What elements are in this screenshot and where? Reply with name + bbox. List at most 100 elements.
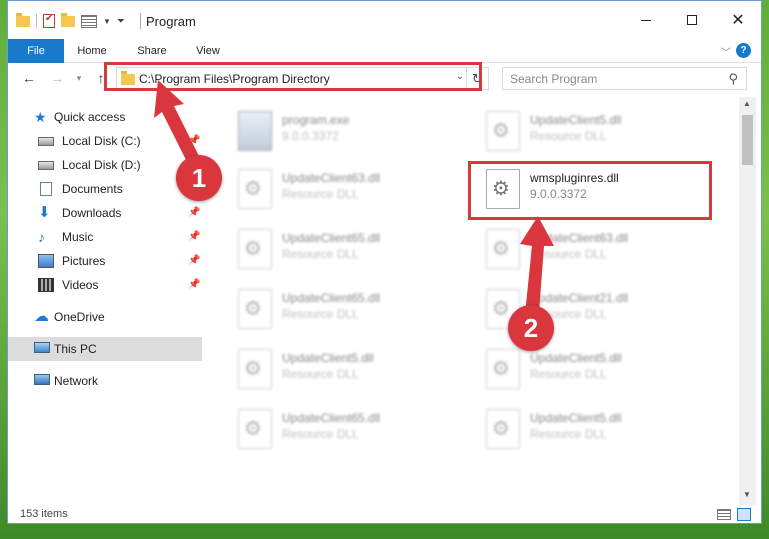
status-bar: 153 items bbox=[8, 505, 761, 523]
dll-file-icon bbox=[238, 349, 272, 389]
file-type: Resource DLL bbox=[530, 367, 607, 381]
sidebar-item-videos[interactable]: Videos 📌 bbox=[8, 273, 202, 297]
file-name: UpdateClient65.dll bbox=[282, 231, 381, 245]
maximize-button[interactable] bbox=[669, 1, 715, 39]
pin-icon[interactable]: 📌 bbox=[188, 279, 200, 290]
tab-share[interactable]: Share bbox=[126, 39, 178, 63]
sidebar-item-label: Local Disk (C:) bbox=[62, 134, 141, 148]
file-type: Resource DLL bbox=[530, 427, 607, 441]
minimize-button[interactable] bbox=[623, 1, 669, 39]
divider bbox=[140, 13, 141, 29]
downloads-icon: ⬇ bbox=[38, 204, 51, 221]
forward-button[interactable]: → bbox=[48, 69, 66, 87]
file-type: Resource DLL bbox=[282, 427, 359, 441]
back-button[interactable]: ← bbox=[20, 69, 38, 87]
pictures-icon bbox=[38, 254, 54, 268]
tab-file[interactable]: File bbox=[8, 39, 64, 63]
sidebar-item-label: Network bbox=[54, 374, 99, 388]
close-icon: ✕ bbox=[731, 12, 745, 29]
file-name: program.exe bbox=[282, 113, 350, 127]
maximize-icon bbox=[687, 15, 697, 25]
properties-check-icon[interactable] bbox=[43, 13, 55, 28]
sidebar-item-downloads[interactable]: ⬇ Downloads 📌 bbox=[8, 201, 202, 225]
quick-access-toolbar: ▼ ⏷ bbox=[16, 12, 125, 30]
music-icon: ♪ bbox=[38, 229, 45, 245]
customize-toolbar-icon[interactable]: ⏷ bbox=[117, 16, 125, 27]
file-item[interactable]: UpdateClient65.dll Resource DLL bbox=[232, 401, 468, 457]
folder-icon[interactable] bbox=[16, 12, 30, 27]
file-type: Resource DLL bbox=[282, 187, 359, 201]
file-item[interactable]: UpdateClient5.dll Resource DLL bbox=[480, 401, 716, 457]
new-folder-icon[interactable] bbox=[61, 12, 75, 27]
divider bbox=[36, 14, 37, 28]
file-type: Resource DLL bbox=[282, 367, 359, 381]
file-item[interactable]: UpdateClient63.dll Resource DLL bbox=[232, 161, 468, 217]
chevron-down-icon[interactable]: ▼ bbox=[103, 17, 111, 26]
close-button[interactable]: ✕ bbox=[715, 1, 761, 39]
expand-ribbon-icon[interactable]: ﹀ bbox=[721, 44, 731, 59]
tab-home[interactable]: Home bbox=[70, 39, 114, 63]
sidebar-item-pictures[interactable]: Pictures 📌 bbox=[8, 249, 202, 273]
pin-icon[interactable]: 📌 bbox=[188, 207, 200, 218]
sidebar-item-label: Local Disk (D:) bbox=[62, 158, 141, 172]
pin-icon[interactable]: 📌 bbox=[188, 231, 200, 242]
disk-icon bbox=[38, 137, 54, 146]
sidebar-item-label: Pictures bbox=[62, 254, 106, 268]
file-type: Resource DLL bbox=[282, 247, 359, 261]
this-pc-icon bbox=[34, 342, 50, 353]
file-type: Resource DLL bbox=[530, 129, 607, 143]
dll-file-icon bbox=[486, 111, 520, 151]
dll-file-icon bbox=[238, 169, 272, 209]
file-item[interactable]: UpdateClient65.dll Resource DLL bbox=[232, 221, 468, 277]
file-list: program.exe 9.0.0.3372 UpdateClient5.dll… bbox=[204, 97, 738, 505]
file-item[interactable]: UpdateClient5.dll Resource DLL bbox=[480, 103, 716, 159]
dll-file-icon bbox=[238, 229, 272, 269]
onedrive-icon: ☁ bbox=[34, 308, 49, 325]
file-item[interactable]: UpdateClient65.dll Resource DLL bbox=[232, 281, 468, 337]
sidebar-item-label: Videos bbox=[62, 278, 99, 292]
sidebar-item-label: Documents bbox=[62, 182, 123, 196]
ribbon-tabs: File Home Share View ﹀ ? bbox=[8, 39, 761, 63]
properties-list-icon[interactable] bbox=[81, 14, 97, 28]
documents-icon bbox=[40, 182, 52, 196]
scroll-up-icon[interactable]: ▲ bbox=[743, 99, 751, 108]
sidebar-item-label: Quick access bbox=[54, 110, 126, 124]
recent-locations-icon[interactable]: ▾ bbox=[70, 69, 88, 87]
file-name: UpdateClient5.dll bbox=[530, 411, 622, 425]
dll-file-icon bbox=[486, 409, 520, 449]
file-name: UpdateClient5.dll bbox=[530, 113, 622, 127]
star-icon: ★ bbox=[34, 109, 47, 125]
file-version: 9.0.0.3372 bbox=[282, 129, 339, 143]
scroll-down-icon[interactable]: ▼ bbox=[743, 490, 751, 499]
details-view-icon[interactable] bbox=[717, 509, 731, 520]
sidebar-item-music[interactable]: ♪ Music 📌 bbox=[8, 225, 202, 249]
vertical-scrollbar[interactable]: ▲ ▼ bbox=[739, 97, 756, 505]
minimize-icon bbox=[641, 19, 651, 21]
scroll-thumb[interactable] bbox=[742, 115, 753, 165]
large-icons-view-icon[interactable] bbox=[737, 508, 751, 521]
disk-icon bbox=[38, 161, 54, 170]
sidebar-item-this-pc[interactable]: This PC bbox=[8, 337, 202, 361]
title-bar: ▼ ⏷ Program ✕ bbox=[8, 1, 761, 39]
file-name: UpdateClient5.dll bbox=[282, 351, 374, 365]
search-placeholder: Search Program bbox=[510, 72, 598, 86]
file-item[interactable]: UpdateClient5.dll Resource DLL bbox=[232, 341, 468, 397]
tab-view[interactable]: View bbox=[186, 39, 230, 63]
file-name: UpdateClient5.dll bbox=[530, 351, 622, 365]
file-item[interactable]: UpdateClient5.dll Resource DLL bbox=[480, 341, 716, 397]
window-title: Program bbox=[146, 14, 196, 29]
dll-file-icon bbox=[238, 289, 272, 329]
dll-file-icon bbox=[486, 349, 520, 389]
sidebar-item-network[interactable]: Network bbox=[8, 369, 202, 393]
sidebar-item-onedrive[interactable]: ☁ OneDrive bbox=[8, 305, 202, 329]
pin-icon[interactable]: 📌 bbox=[188, 255, 200, 266]
sidebar-item-label: OneDrive bbox=[54, 310, 105, 324]
file-item[interactable]: program.exe 9.0.0.3372 bbox=[232, 103, 468, 159]
sidebar-item-label: Downloads bbox=[62, 206, 122, 220]
network-icon bbox=[34, 374, 50, 385]
help-icon[interactable]: ? bbox=[736, 43, 751, 58]
exe-file-icon bbox=[238, 111, 272, 151]
item-count: 153 items bbox=[20, 508, 68, 520]
search-input[interactable]: Search Program ⚲ bbox=[502, 67, 747, 90]
sidebar-item-label: This PC bbox=[54, 342, 97, 356]
